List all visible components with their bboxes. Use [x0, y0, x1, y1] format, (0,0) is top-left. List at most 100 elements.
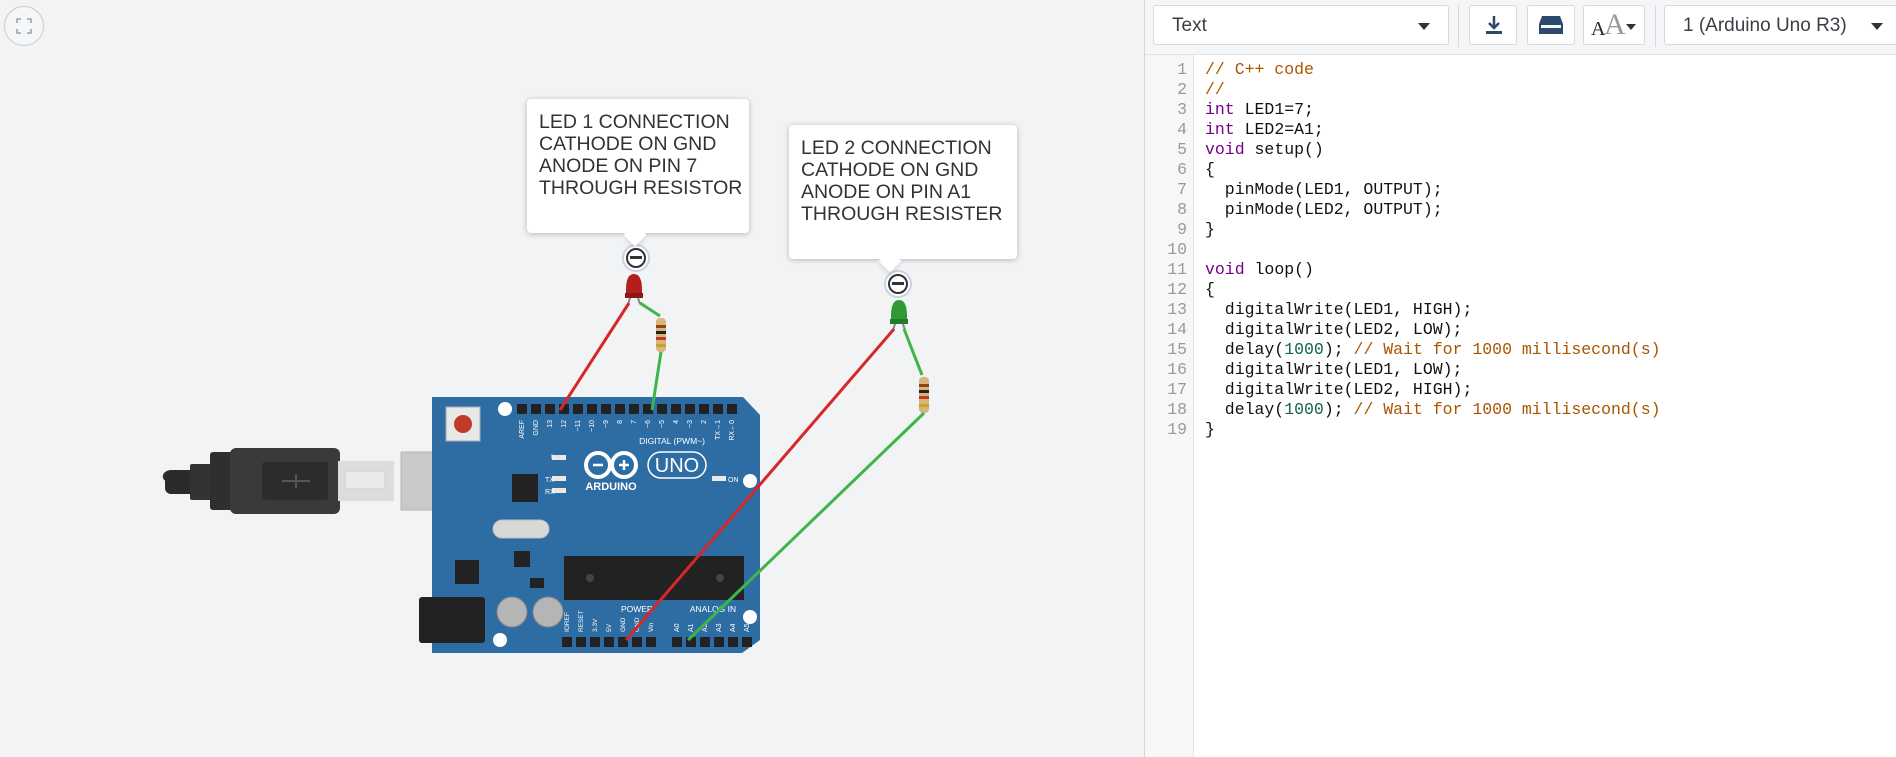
digital-pin-label: TX→1	[715, 420, 722, 440]
line-number: 12	[1167, 280, 1187, 299]
digital-pin-RX←0[interactable]	[727, 404, 737, 414]
digital-pin-TX→1[interactable]	[713, 404, 723, 414]
line-number: 13	[1167, 300, 1187, 319]
code-line[interactable]: int LED1=7;	[1205, 100, 1314, 120]
font-size-button[interactable]: A A	[1583, 5, 1645, 45]
line-number: 11	[1167, 260, 1187, 279]
analog-pin-A4[interactable]	[728, 637, 738, 647]
digital-pin-label: ~11	[575, 420, 582, 431]
reset-button[interactable]	[454, 415, 472, 433]
code-line[interactable]: delay(1000); // Wait for 1000 millisecon…	[1205, 400, 1661, 420]
power-pin-label: Vin	[648, 622, 655, 632]
line-number: 17	[1167, 380, 1187, 399]
led-1-red[interactable]	[622, 244, 650, 305]
digital-pin-label: ~10	[589, 420, 596, 432]
digital-pin-2[interactable]	[699, 404, 709, 414]
code-line[interactable]: //	[1205, 80, 1225, 100]
board-dropdown[interactable]: 1 (Arduino Uno R3)	[1664, 5, 1896, 45]
digital-pin-13[interactable]	[545, 404, 555, 414]
board-model-label: UNO	[655, 455, 699, 477]
digital-pin-GND[interactable]	[531, 404, 541, 414]
code-panel: Text A A 1 (Arduino Uno R3) 1 // C++ cod…	[1144, 0, 1896, 757]
analog-pin-A0[interactable]	[672, 637, 682, 647]
digital-pin-label: RX←0	[729, 420, 736, 441]
code-line[interactable]: digitalWrite(LED1, HIGH);	[1205, 300, 1473, 320]
power-pin-label: IOREF	[564, 612, 571, 632]
l-label: L	[551, 454, 555, 461]
circuit-canvas[interactable]: AREF GND 13 12 ~11 ~10 ~9 8 7 ~6 ~5 4 ~3 2 TX→1 RX←0 IO…	[0, 0, 1144, 757]
line-number: 3	[1177, 100, 1187, 119]
wire-led2-resistor	[902, 328, 924, 376]
led1-annotation[interactable]: LED 1 CONNECTION CATHODE ON GND ANODE ON…	[527, 99, 749, 233]
line-number: 10	[1167, 240, 1187, 259]
toolbar-divider	[1458, 5, 1459, 47]
analog-pin-label: A4	[730, 623, 737, 632]
code-line[interactable]: }	[1205, 420, 1215, 440]
digital-pin-label: ~5	[659, 420, 666, 428]
line-number: 6	[1177, 160, 1187, 179]
code-line[interactable]: digitalWrite(LED1, LOW);	[1205, 360, 1463, 380]
analog-pin-A3[interactable]	[714, 637, 724, 647]
digital-pin-label: 4	[673, 420, 680, 424]
digital-pin-~9[interactable]	[601, 404, 611, 414]
power-pin-label: 5V	[606, 623, 613, 632]
resistor-1[interactable]	[656, 318, 666, 352]
code-line[interactable]: int LED2=A1;	[1205, 120, 1324, 140]
chevron-down-icon	[1871, 23, 1883, 30]
code-line[interactable]: delay(1000); // Wait for 1000 millisecon…	[1205, 340, 1661, 360]
digital-pin-7[interactable]	[629, 404, 639, 414]
usb-cable[interactable]	[162, 448, 394, 514]
download-button[interactable]	[1469, 5, 1517, 45]
digital-pin-label: 8	[617, 420, 624, 424]
code-line[interactable]: pinMode(LED2, OUTPUT);	[1205, 200, 1443, 220]
power-pin-GND[interactable]	[632, 637, 642, 647]
analog-pin-A5[interactable]	[742, 637, 752, 647]
digital-pin-4[interactable]	[671, 404, 681, 414]
digital-pin-~10[interactable]	[587, 404, 597, 414]
power-pin-label: GND	[620, 617, 627, 632]
digital-pin-label: 2	[701, 420, 708, 424]
digital-pin-8[interactable]	[615, 404, 625, 414]
code-line[interactable]: void setup()	[1205, 140, 1324, 160]
upload-button[interactable]	[1527, 5, 1575, 45]
line-number: 19	[1167, 420, 1187, 439]
board-logo-text: ARDUINO	[585, 481, 637, 493]
power-pin-3.3V[interactable]	[590, 637, 600, 647]
code-line[interactable]: }	[1205, 220, 1215, 240]
analog-pin-label: A0	[674, 623, 681, 632]
code-line[interactable]: // C++ code	[1205, 60, 1314, 80]
line-number: 1	[1177, 60, 1187, 79]
analog-pin-A2[interactable]	[700, 637, 710, 647]
tx-label: TX	[545, 477, 554, 484]
digital-pin-AREF[interactable]	[517, 404, 527, 414]
line-number: 8	[1177, 200, 1187, 219]
code-line[interactable]: void loop()	[1205, 260, 1314, 280]
code-line[interactable]: digitalWrite(LED2, HIGH);	[1205, 380, 1473, 400]
digital-pin-label: AREF	[519, 420, 526, 439]
font-size-icon-large: A	[1604, 8, 1626, 41]
code-mode-dropdown[interactable]: Text	[1153, 5, 1449, 45]
power-pin-label: RESET	[578, 610, 585, 632]
power-pin-Vin[interactable]	[646, 637, 656, 647]
digital-pin-~11[interactable]	[573, 404, 583, 414]
code-line[interactable]: digitalWrite(LED2, LOW);	[1205, 320, 1463, 340]
line-number: 14	[1167, 320, 1187, 339]
power-pin-IOREF[interactable]	[562, 637, 572, 647]
line-number: 18	[1167, 400, 1187, 419]
resistor-2[interactable]	[919, 377, 929, 413]
power-pin-RESET[interactable]	[576, 637, 586, 647]
code-line[interactable]: {	[1205, 280, 1215, 300]
download-icon	[1486, 16, 1502, 34]
code-line[interactable]: pinMode(LED1, OUTPUT);	[1205, 180, 1443, 200]
digital-pin-label: ~3	[687, 420, 694, 428]
digital-pin-~3[interactable]	[685, 404, 695, 414]
on-label: ON	[728, 477, 739, 484]
arduino-uno-board[interactable]: AREF GND 13 12 ~11 ~10 ~9 8 7 ~6 ~5 4 ~3 2 TX→1 RX←0 IO…	[419, 397, 760, 653]
power-pin-5V[interactable]	[604, 637, 614, 647]
led-2-green[interactable]	[884, 270, 912, 331]
analog-pin-label: A1	[688, 623, 695, 632]
digital-pin-~5[interactable]	[657, 404, 667, 414]
analog-in-label: ANALOG IN	[690, 604, 736, 614]
led2-annotation[interactable]: LED 2 CONNECTION CATHODE ON GND ANODE ON…	[789, 125, 1017, 259]
code-line[interactable]: {	[1205, 160, 1215, 180]
